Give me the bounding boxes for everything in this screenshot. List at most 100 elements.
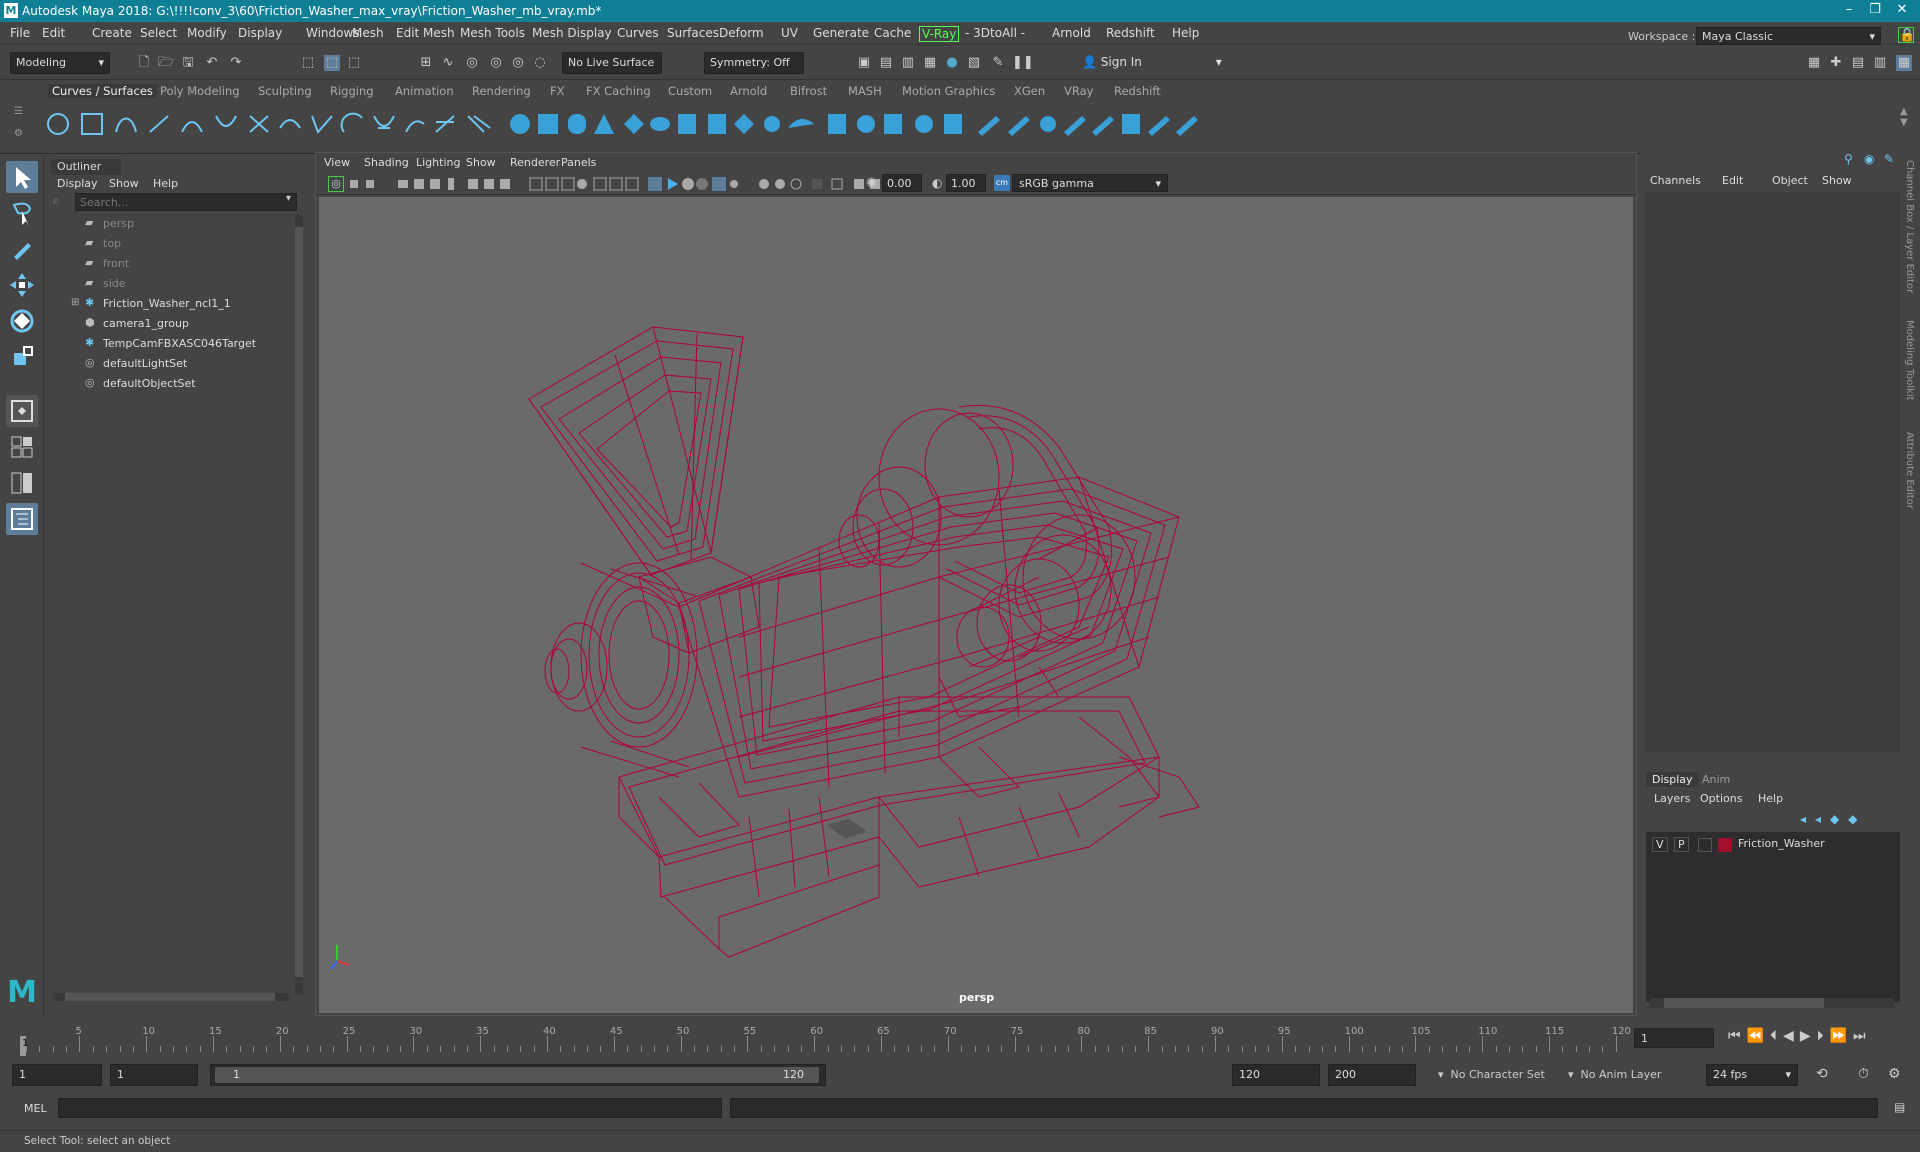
auto-key-icon[interactable]: ⏱ [1858,1066,1869,1082]
minimize-icon[interactable]: – [1840,2,1858,18]
single-perspective-layout-icon[interactable] [6,395,38,427]
four-view-layout-icon[interactable] [6,431,38,463]
character-set-dropdown[interactable]: ▾ No Character Set [1438,1068,1545,1081]
paint-select-icon[interactable] [6,233,38,265]
channel-box-toggle-icon[interactable]: ⚲ [1844,152,1853,166]
layer-menu-options[interactable]: Options [1700,792,1742,805]
3d-viewport[interactable]: persp [319,197,1633,1013]
layer-visibility-toggle[interactable]: V [1652,837,1668,852]
select-hierarchy-icon[interactable]: ⬚ [300,55,316,71]
side-tab-channel-box-layer-editor[interactable]: Channel Box / Layer Editor [1904,160,1915,293]
shelf-tab-fx[interactable]: FX [550,84,565,98]
menu-help[interactable]: Help [1172,26,1199,40]
viewport-menu-lighting[interactable]: Lighting [416,156,460,169]
animation-prefs-icon[interactable]: ⚙ [1888,1066,1901,1082]
snap-curve-icon[interactable]: ∿ [440,55,456,71]
menu-file[interactable]: File [10,26,30,40]
anim-layer-dropdown[interactable]: ▾ No Anim Layer [1568,1068,1661,1081]
save-scene-icon[interactable]: 🖫 [180,55,196,71]
menu-arnold[interactable]: Arnold [1052,26,1091,40]
outliner-menu-display[interactable]: Display [57,177,98,190]
fps-dropdown[interactable]: 24 fps ▾ [1706,1064,1798,1086]
side-tab-attribute-editor[interactable]: Attribute Editor [1904,432,1915,509]
outliner-vscrollbar[interactable] [295,215,303,995]
loop-icon[interactable]: ⟲ [1816,1066,1828,1082]
search-dropdown-icon[interactable]: ▾ [286,193,291,204]
go-to-start-icon[interactable]: ⏮ [1728,1028,1747,1044]
character-controls-icon[interactable]: ✚ [1828,55,1844,71]
select-tool-icon[interactable] [6,161,38,193]
search-options-icon[interactable]: ⌕ [53,193,69,209]
menu-edit[interactable]: Edit [42,26,65,40]
range-bar[interactable]: 1 120 [210,1064,826,1086]
menu-mesh[interactable]: Mesh [352,26,384,40]
shelf-tab-animation[interactable]: Animation [395,84,454,98]
move-tool-icon[interactable] [6,269,38,301]
layer-hscrollbar[interactable] [1650,998,1894,1008]
outliner-layout-icon[interactable] [6,503,38,535]
menu-edit-mesh[interactable]: Edit Mesh [396,26,455,40]
side-tab-modeling-toolkit[interactable]: Modeling Toolkit [1904,320,1915,401]
menu-cache[interactable]: Cache [874,26,911,40]
open-scene-icon[interactable]: 🗁 [158,55,174,71]
shelf-tab-mash[interactable]: MASH [848,84,882,98]
viewport-menu-view[interactable]: View [324,156,350,169]
gamma-field[interactable]: 1.00 [946,174,986,192]
shelf-tab-curves-surfaces[interactable]: Curves / Surfaces [48,84,157,98]
ipr-render-icon[interactable]: ▥ [900,55,916,71]
step-back-frame-icon[interactable]: ⏴ [1770,1028,1783,1044]
menu-select[interactable]: Select [140,26,177,40]
animation-start-field[interactable]: 1 [12,1064,102,1086]
menu-mesh-tools[interactable]: Mesh Tools [460,26,525,40]
snap-surface-icon[interactable]: ◎ [510,55,526,71]
redo-icon[interactable]: ↷ [228,55,244,71]
outliner-item[interactable]: ▰ side [45,275,290,293]
hypershade-icon[interactable]: ● [944,55,960,71]
channel-box-icon[interactable]: ▦ [1896,55,1912,71]
shelf-tab-bifrost[interactable]: Bifrost [790,84,827,98]
menu-modify[interactable]: Modify [187,26,227,40]
outliner-item[interactable]: ⬢ camera1_group [45,315,290,333]
range-handle[interactable] [215,1067,819,1083]
shelf-tab-poly-modeling[interactable]: Poly Modeling [160,84,240,98]
color-management-icon[interactable]: cm [994,175,1010,191]
select-component-icon[interactable]: ⬚ [346,55,362,71]
mel-label[interactable]: MEL [24,1102,47,1115]
layer-playback-toggle[interactable]: P [1674,837,1689,852]
menu-curves[interactable]: Curves [617,26,659,40]
shelf-scroll-icon[interactable]: ▲ ▼ [1900,106,1908,128]
shelf-tab-motion-graphics[interactable]: Motion Graphics [902,84,995,98]
shelf-menu-icon[interactable]: ☰ ⚙ [14,106,30,150]
shelf-tab-sculpting[interactable]: Sculpting [258,84,312,98]
outliner-item[interactable]: ◎ defaultLightSet [45,355,290,373]
two-view-layout-icon[interactable] [6,467,38,499]
shelf-tab-custom[interactable]: Custom [668,84,712,98]
step-forward-frame-icon[interactable]: ⏵ [1817,1028,1830,1044]
viewport-menu-shading[interactable]: Shading [364,156,409,169]
render-view-icon[interactable]: ▧ [966,55,982,71]
channel-menu-edit[interactable]: Edit [1722,174,1743,187]
menu-generate[interactable]: Generate [813,26,869,40]
menu-display[interactable]: Display [238,26,282,40]
camera-attributes-icon[interactable]: ◎ [328,176,344,192]
playback-controls[interactable]: ⏮⏪⏴◀▶⏵⏩⏭ [1728,1028,1872,1044]
viewport-menu-renderer[interactable]: Renderer [510,156,560,169]
animation-end-field[interactable]: 200 [1328,1064,1416,1086]
close-icon[interactable]: ✕ [1893,2,1911,18]
select-object-icon[interactable]: ⬚ [324,55,340,71]
layer-editor-toggle-icon[interactable]: ◉ [1864,152,1874,166]
channel-menu-object[interactable]: Object [1772,174,1808,187]
step-back-key-icon[interactable]: ⏪ [1747,1028,1770,1044]
outliner-menu-show[interactable]: Show [109,177,139,190]
menu-deform[interactable]: Deform [719,26,764,40]
modeling-toolkit-icon[interactable]: ▦ [1806,55,1822,71]
sign-in-button[interactable]: 👤 Sign In ▾ [1082,55,1222,69]
shelf-tab-xgen[interactable]: XGen [1014,84,1045,98]
shelf-tab-redshift[interactable]: Redshift [1114,84,1161,98]
expand-icon[interactable]: ⊞ [71,297,79,308]
render-current-icon[interactable]: ▣ [856,55,872,71]
new-scene-icon[interactable]: 🗋 [136,55,152,71]
layer-create-icons[interactable]: ◂◂◆◆ [1800,812,1867,826]
viewport-toolbar-icons[interactable] [350,176,1030,192]
live-surface-field[interactable]: No Live Surface [562,52,662,74]
